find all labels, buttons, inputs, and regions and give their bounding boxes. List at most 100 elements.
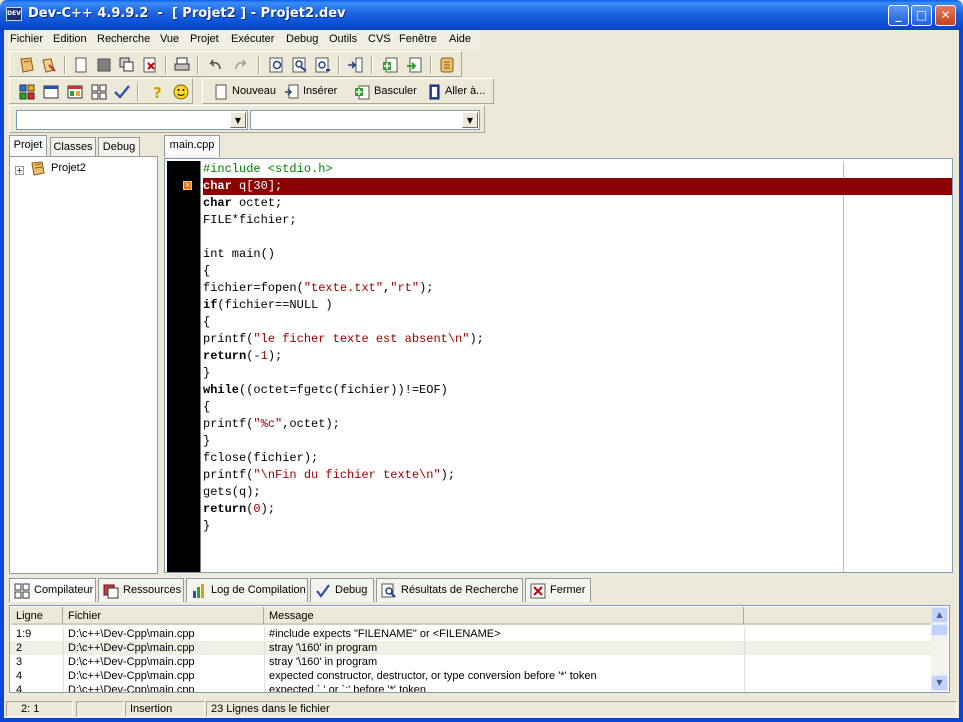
inserer-button[interactable]: Insérer <box>303 85 337 97</box>
new-project-icon[interactable] <box>18 56 36 74</box>
tab-ressources[interactable]: Ressources <box>98 578 184 602</box>
menu-edition[interactable]: Edition <box>53 33 87 45</box>
new-file-icon[interactable] <box>72 56 90 74</box>
tab-classes[interactable]: Classes <box>50 137 96 157</box>
basculer-button[interactable]: Basculer <box>374 85 417 97</box>
header-message[interactable]: Message <box>264 607 744 625</box>
menu-recherche[interactable]: Recherche <box>97 33 150 45</box>
code-line[interactable]: fichier=fopen("texte.txt","rt"); <box>203 280 433 297</box>
table-row[interactable]: 2 D:\c++\Dev-Cpp\main.cpp stray '\160' in … <box>10 641 935 655</box>
code-line[interactable]: char q[30]; <box>203 178 282 195</box>
member-combo[interactable]: ▼ <box>250 110 480 130</box>
tab-log-compilation[interactable]: Log de Compilation <box>186 578 308 602</box>
find-next-icon[interactable] <box>314 56 332 74</box>
menu-cvs[interactable]: CVS <box>368 33 391 45</box>
menu-debug[interactable]: Debug <box>286 33 318 45</box>
scroll-down-icon[interactable]: ▼ <box>931 675 948 691</box>
title-bar[interactable]: DEV Dev-C++ 4.9.9.2 - [ Projet2 ] - Proj… <box>0 0 963 30</box>
table-row[interactable]: 4 D:\c++\Dev-Cpp\main.cpp expected `,' or … <box>10 683 935 692</box>
save-all-icon[interactable] <box>118 56 136 74</box>
table-row[interactable]: 4 D:\c++\Dev-Cpp\main.cpp expected constru… <box>10 669 935 683</box>
nouveau-button[interactable]: Nouveau <box>232 85 276 97</box>
compile-run-icon[interactable] <box>66 83 84 101</box>
code-line[interactable]: int main() <box>203 246 275 263</box>
tab-main-cpp[interactable]: main.cpp <box>164 135 220 157</box>
print-icon[interactable] <box>173 56 191 74</box>
menu-aide[interactable]: Aide <box>449 33 471 45</box>
menu-projet[interactable]: Projet <box>190 33 219 45</box>
minimize-button[interactable]: _ <box>888 5 909 26</box>
close-file-icon[interactable] <box>141 56 159 74</box>
code-editor[interactable]: × #include <stdio.h> char q[30]; char octe… <box>164 158 953 573</box>
replace-icon[interactable] <box>291 56 309 74</box>
tab-fermer[interactable]: Fermer <box>525 578 591 602</box>
maximize-button[interactable]: □ <box>911 5 932 26</box>
redo-icon[interactable] <box>232 56 250 74</box>
code-line[interactable]: printf("le ficher texte est absent\n"); <box>203 331 484 348</box>
code-line[interactable]: fclose(fichier); <box>203 450 318 467</box>
tab-debug[interactable]: Debug <box>98 137 140 157</box>
code-line[interactable]: { <box>203 399 210 416</box>
code-line[interactable]: return(-1); <box>203 348 282 365</box>
editor-gutter[interactable] <box>167 161 200 572</box>
code-token: } <box>203 366 211 380</box>
tree-expander[interactable]: + <box>15 166 24 175</box>
run-icon[interactable] <box>42 83 60 101</box>
compile-icon[interactable] <box>18 83 36 101</box>
add-to-project-icon[interactable] <box>382 56 400 74</box>
tab-resultats-recherche[interactable]: Résultats de Recherche <box>376 578 523 602</box>
about-icon[interactable] <box>172 83 190 101</box>
class-combo[interactable]: ▼ <box>16 110 248 130</box>
code-line[interactable]: char octet; <box>203 195 282 212</box>
table-row[interactable]: 1:9 D:\c++\Dev-Cpp\main.cpp #include expec… <box>10 627 935 641</box>
find-icon[interactable] <box>268 56 286 74</box>
close-button[interactable]: ✕ <box>935 5 956 26</box>
undo-icon[interactable] <box>206 56 224 74</box>
code-line[interactable]: FILE*fichier; <box>203 212 297 229</box>
code-line[interactable]: printf("%c",octet); <box>203 416 340 433</box>
menu-fenetre[interactable]: Fenêtre <box>399 33 437 45</box>
results-scrollbar[interactable]: ▲ ▼ <box>931 607 948 691</box>
table-row[interactable]: 3 D:\c++\Dev-Cpp\main.cpp stray '\160' in … <box>10 655 935 669</box>
code-line[interactable]: while((octet=fgetc(fichier))!=EOF) <box>203 382 448 399</box>
project-options-icon[interactable] <box>438 56 456 74</box>
code-line[interactable]: gets(q); <box>203 484 261 501</box>
tab-projet[interactable]: Projet <box>9 135 47 157</box>
code-line[interactable]: { <box>203 314 210 331</box>
cell-ligne: 2 <box>16 642 23 654</box>
header-ligne[interactable]: Ligne <box>11 607 63 625</box>
code-line[interactable]: } <box>203 365 210 382</box>
help-icon[interactable]: ? <box>148 83 166 101</box>
rebuild-icon[interactable] <box>90 83 108 101</box>
code-line[interactable]: } <box>203 433 210 450</box>
header-fichier[interactable]: Fichier <box>63 607 264 625</box>
goto-line-icon[interactable] <box>346 56 364 74</box>
toolbar-separator <box>64 56 66 74</box>
check-syntax-icon[interactable] <box>113 83 131 101</box>
scroll-thumb[interactable] <box>931 624 948 636</box>
code-line[interactable]: #include <stdio.h> <box>203 161 333 178</box>
tab-debug-output[interactable]: Debug <box>310 578 374 602</box>
remove-from-project-icon[interactable] <box>406 56 424 74</box>
code-line[interactable]: return(0); <box>203 501 275 518</box>
menu-outils[interactable]: Outils <box>329 33 357 45</box>
chevron-down-icon[interactable]: ▼ <box>462 112 478 128</box>
scroll-up-icon[interactable]: ▲ <box>931 607 948 623</box>
tree-item-projet2[interactable]: Projet2 <box>51 162 86 174</box>
code-line[interactable]: { <box>203 263 210 280</box>
menu-executer[interactable]: Exécuter <box>231 33 274 45</box>
error-marker-icon[interactable]: × <box>183 181 192 190</box>
tab-compilateur[interactable]: Compilateur <box>9 578 96 602</box>
code-line[interactable]: if(fichier==NULL ) <box>203 297 333 314</box>
open-project-icon[interactable] <box>40 56 58 74</box>
save-icon[interactable] <box>95 56 113 74</box>
menu-vue[interactable]: Vue <box>160 33 179 45</box>
devcpp-icon[interactable]: DEV <box>6 7 22 21</box>
menu-fichier[interactable]: Fichier <box>10 33 43 45</box>
aller-button[interactable]: Aller à... <box>445 85 485 97</box>
compiler-results[interactable]: Ligne Fichier Message 1:9 D:\c++\Dev-Cpp\… <box>9 605 950 693</box>
code-line[interactable]: printf("\nFin du fichier texte\n"); <box>203 467 455 484</box>
chevron-down-icon[interactable]: ▼ <box>230 112 246 128</box>
grid-line <box>264 627 265 641</box>
code-line[interactable]: } <box>203 518 210 535</box>
